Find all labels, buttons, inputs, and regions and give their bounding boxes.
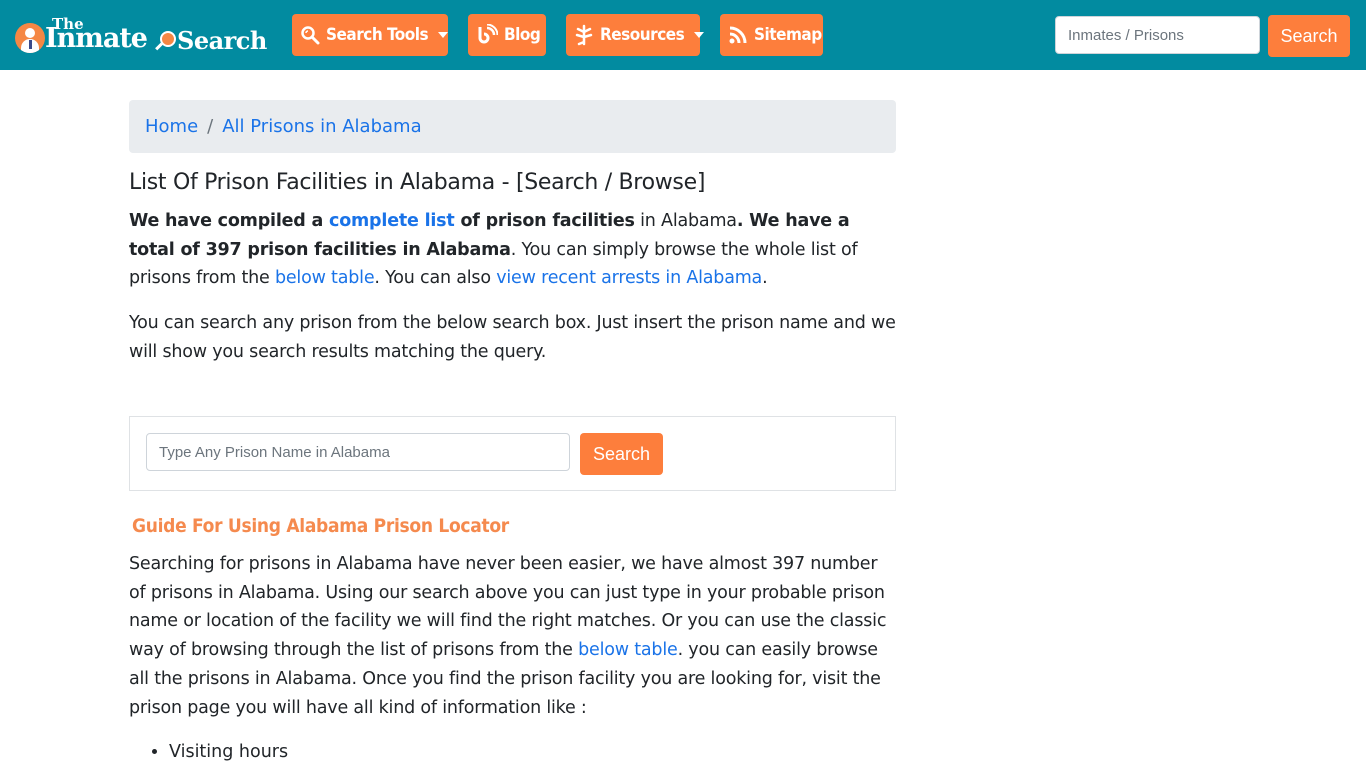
top-search-input[interactable]	[1055, 16, 1260, 54]
guide-paragraph: Searching for prisons in Alabama have ne…	[129, 554, 887, 718]
search-info-paragraph: You can search any prison from the below…	[129, 313, 896, 362]
guide-title: Guide For Using Alabama Prison Locator	[132, 515, 509, 537]
inmate-avatar-icon	[15, 23, 45, 53]
main-content: List Of Prison Facilities in Alabama - […	[129, 170, 896, 362]
nav-resources-button[interactable]: Resources	[566, 14, 705, 56]
intro-paragraph: We have compiled a complete list of pris…	[129, 211, 858, 289]
nav-resources-label: Resources	[600, 25, 685, 45]
logo-text-search: Search	[177, 26, 267, 55]
info-list: Visiting hours	[169, 738, 288, 766]
logo-text-inmate: Inmate	[45, 23, 148, 54]
guide-below-table-link[interactable]: below table	[578, 640, 678, 660]
page-title: List Of Prison Facilities in Alabama - […	[129, 170, 706, 195]
prison-search-button[interactable]: Search	[580, 433, 663, 475]
complete-list-link[interactable]: complete list	[329, 211, 455, 231]
rss-icon	[728, 24, 748, 46]
prison-search-input[interactable]	[146, 433, 570, 471]
chevron-down-icon	[438, 32, 449, 38]
nav-blog-button[interactable]: Blog	[468, 14, 546, 56]
below-table-link[interactable]: below table	[275, 268, 375, 288]
nav-sitemap-label: Sitemap	[754, 25, 822, 45]
site-logo[interactable]: The Inmate Search	[15, 15, 270, 57]
nav-search-tools-button[interactable]: Search Tools	[292, 14, 449, 56]
breadcrumb-alabama-link[interactable]: All Prisons in Alabama	[222, 116, 421, 137]
prison-search-card: Search	[129, 416, 896, 491]
recent-arrests-link[interactable]: view recent arrests in Alabama	[496, 268, 762, 288]
nav-search-tools-label: Search Tools	[326, 25, 429, 45]
list-item: Visiting hours	[169, 738, 288, 766]
top-search-button[interactable]: Search	[1268, 15, 1350, 57]
breadcrumb: Home / All Prisons in Alabama	[129, 100, 896, 153]
nav-blog-label: Blog	[504, 25, 541, 45]
breadcrumb-separator: /	[207, 116, 214, 137]
navbar: The Inmate Search Search Tools Blog Reso…	[0, 0, 1366, 70]
blog-icon	[476, 24, 498, 46]
breadcrumb-home-link[interactable]: Home	[145, 116, 198, 137]
leaf-icon	[574, 24, 594, 46]
search-tools-icon	[300, 24, 320, 46]
nav-sitemap-button[interactable]: Sitemap	[720, 14, 823, 56]
chevron-down-icon	[694, 32, 705, 38]
